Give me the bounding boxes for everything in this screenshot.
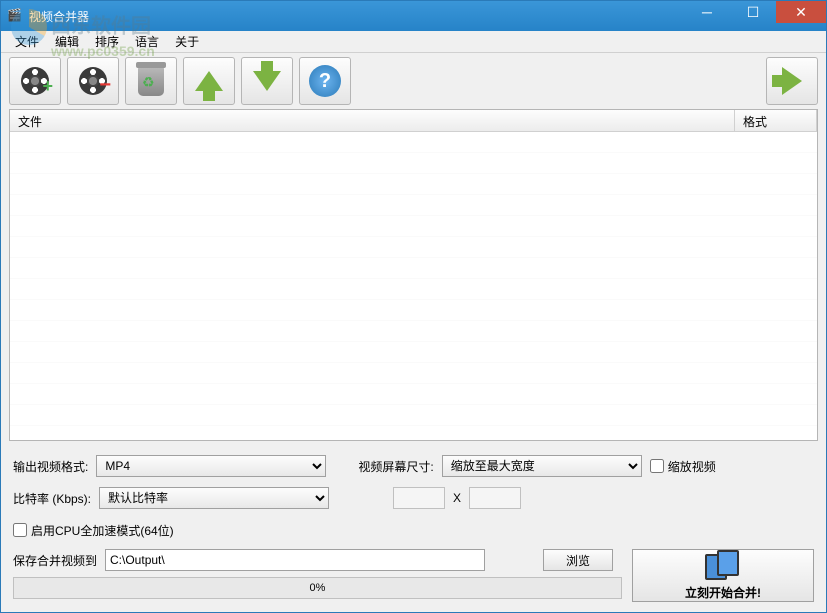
- file-list-header: 文件 格式: [10, 110, 817, 132]
- save-path-input[interactable]: [105, 549, 485, 571]
- bottom-area: 保存合并视频到 浏览 0% 立刻开始合并!: [1, 547, 826, 612]
- browse-button[interactable]: 浏览: [543, 549, 613, 571]
- screen-size-label: 视频屏幕尺寸:: [358, 458, 433, 475]
- screen-size-select[interactable]: 缩放至最大宽度: [442, 455, 642, 477]
- menu-edit[interactable]: 编辑: [47, 31, 87, 52]
- film-reel-add-icon: +: [21, 67, 49, 95]
- remove-file-button[interactable]: −: [67, 57, 119, 105]
- app-window: 西东软件园 www.pc0359.cn 🎬 视频合并器 ─ ☐ ✕ 文件 编辑 …: [0, 0, 827, 613]
- height-input[interactable]: [469, 487, 521, 509]
- arrow-right-icon: [782, 67, 802, 95]
- scale-video-checkbox[interactable]: [650, 459, 664, 473]
- settings-panel: 输出视频格式: MP4 视频屏幕尺寸: 缩放至最大宽度 缩放视频 比特率 (Kb…: [1, 449, 826, 547]
- cpu-accel-label: 启用CPU全加速模式(64位): [31, 522, 174, 539]
- output-format-label: 输出视频格式:: [13, 458, 88, 475]
- clear-button[interactable]: ♻: [125, 57, 177, 105]
- menubar: 文件 编辑 排序 语言 关于: [1, 31, 826, 53]
- film-reel-remove-icon: −: [79, 67, 107, 95]
- column-file[interactable]: 文件: [10, 110, 735, 131]
- bitrate-label: 比特率 (Kbps):: [13, 490, 91, 507]
- maximize-button[interactable]: ☐: [730, 1, 776, 23]
- film-merge-icon: [705, 550, 741, 580]
- menu-language[interactable]: 语言: [127, 31, 167, 52]
- close-button[interactable]: ✕: [776, 1, 826, 23]
- menu-about[interactable]: 关于: [167, 31, 207, 52]
- toolbar: + − ♻ ?: [1, 53, 826, 109]
- arrow-up-icon: [195, 71, 223, 91]
- window-title: 视频合并器: [29, 8, 684, 25]
- file-list-body[interactable]: [10, 132, 817, 440]
- add-file-button[interactable]: +: [9, 57, 61, 105]
- save-row: 保存合并视频到 浏览: [13, 549, 622, 571]
- window-buttons: ─ ☐ ✕: [684, 1, 826, 31]
- width-input[interactable]: [393, 487, 445, 509]
- row-bitrate: 比特率 (Kbps): 默认比特率 X: [13, 485, 814, 511]
- app-icon: 🎬: [7, 8, 23, 24]
- output-format-select[interactable]: MP4: [96, 455, 326, 477]
- move-up-button[interactable]: [183, 57, 235, 105]
- column-format[interactable]: 格式: [735, 110, 817, 131]
- bitrate-select[interactable]: 默认比特率: [99, 487, 329, 509]
- move-down-button[interactable]: [241, 57, 293, 105]
- start-merge-button[interactable]: 立刻开始合并!: [632, 549, 814, 602]
- cpu-accel-checkbox[interactable]: [13, 523, 27, 537]
- bottom-left: 保存合并视频到 浏览 0%: [13, 549, 622, 602]
- help-button[interactable]: ?: [299, 57, 351, 105]
- arrow-down-icon: [253, 71, 281, 91]
- next-button[interactable]: [766, 57, 818, 105]
- dimension-separator: X: [453, 491, 461, 505]
- scale-video-label: 缩放视频: [668, 458, 716, 475]
- row-cpu: 启用CPU全加速模式(64位): [13, 517, 814, 543]
- trash-icon: ♻: [138, 66, 164, 96]
- progress-text: 0%: [310, 582, 326, 594]
- save-to-label: 保存合并视频到: [13, 552, 97, 569]
- start-merge-label: 立刻开始合并!: [685, 584, 761, 601]
- titlebar: 🎬 视频合并器 ─ ☐ ✕: [1, 1, 826, 31]
- menu-file[interactable]: 文件: [7, 31, 47, 52]
- help-icon: ?: [309, 65, 341, 97]
- cpu-accel-checkbox-group: 启用CPU全加速模式(64位): [13, 522, 174, 539]
- minimize-button[interactable]: ─: [684, 1, 730, 23]
- scale-video-checkbox-group: 缩放视频: [650, 458, 716, 475]
- file-list: 文件 格式: [9, 109, 818, 441]
- menu-sort[interactable]: 排序: [87, 31, 127, 52]
- row-format-screen: 输出视频格式: MP4 视频屏幕尺寸: 缩放至最大宽度 缩放视频: [13, 453, 814, 479]
- progress-bar: 0%: [13, 577, 622, 599]
